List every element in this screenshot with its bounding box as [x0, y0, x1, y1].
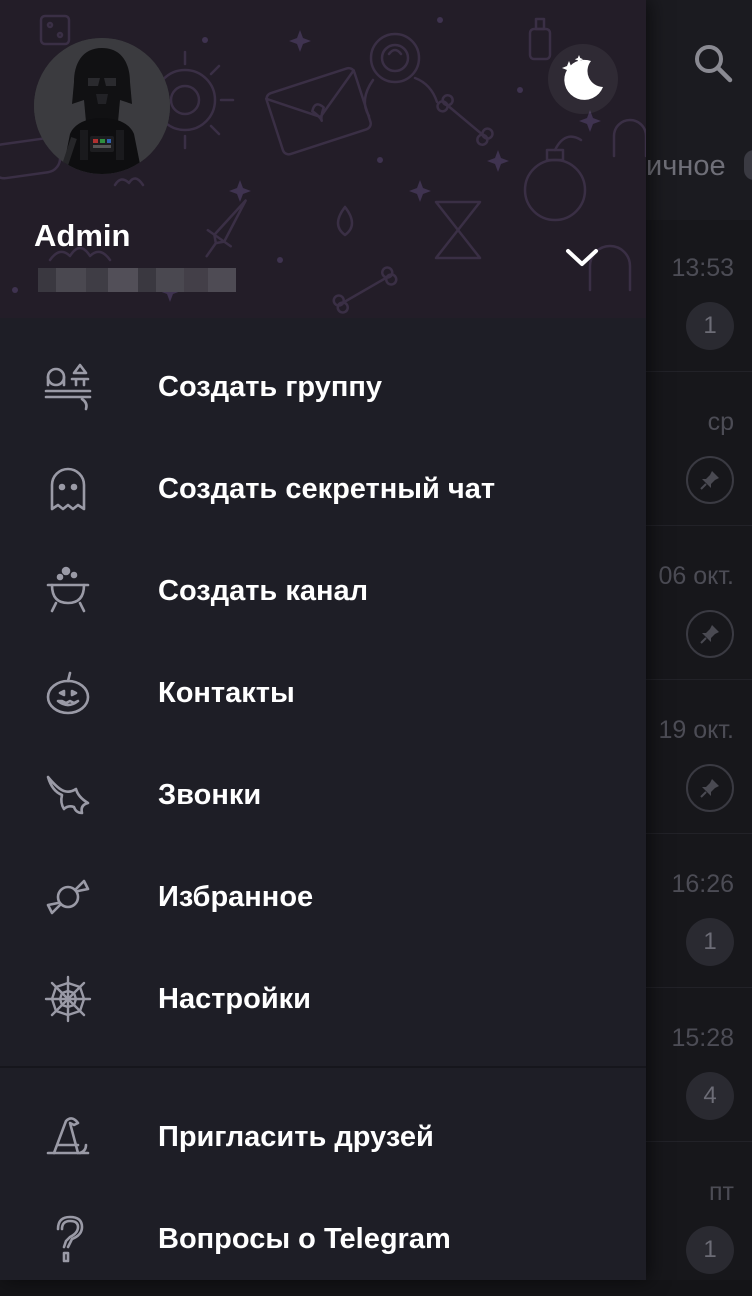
menu-item-invite-friends[interactable]: Пригласить друзей [0, 1086, 646, 1188]
menu-label: Пригласить друзей [158, 1120, 434, 1153]
menu-label: Избранное [158, 880, 314, 913]
menu-label: Контакты [158, 676, 295, 709]
pin-icon [686, 764, 734, 812]
chat-row[interactable]: пт 1 [646, 1142, 752, 1296]
folder-tab[interactable]: ичное [646, 150, 726, 183]
spiderweb-icon [38, 969, 98, 1029]
pin-icon [686, 456, 734, 504]
menu-item-new-channel[interactable]: Создать канал [0, 540, 646, 642]
witch-hat-icon [38, 1107, 98, 1167]
menu-item-telegram-faq[interactable]: Вопросы о Telegram [0, 1188, 646, 1290]
chat-time: 19 окт. [658, 716, 734, 744]
menu-label: Настройки [158, 982, 312, 1015]
bat-icon [38, 765, 98, 825]
menu-item-new-group[interactable]: Создать группу [0, 336, 646, 438]
chat-row[interactable]: 06 окт. [646, 526, 752, 680]
menu-item-contacts[interactable]: Контакты [0, 642, 646, 744]
avatar[interactable] [34, 38, 170, 174]
chat-time: 13:53 [671, 254, 734, 282]
chat-time: ср [707, 408, 734, 436]
unread-badge: 4 [686, 1072, 734, 1120]
menu-item-secret-chat[interactable]: Создать секретный чат [0, 438, 646, 540]
menu-item-saved-messages[interactable]: Избранное [0, 846, 646, 948]
unread-badge: 1 [686, 918, 734, 966]
menu-item-settings[interactable]: Настройки [0, 948, 646, 1050]
drawer-header: Admin [0, 0, 646, 318]
chat-time: 15:28 [671, 1024, 734, 1052]
ghost-icon [38, 459, 98, 519]
folder-tab-counter [744, 150, 752, 180]
chevron-down-icon [566, 249, 598, 266]
night-mode-toggle[interactable] [548, 44, 618, 114]
chat-row[interactable]: 19 окт. [646, 680, 752, 834]
pumpkin-icon [38, 663, 98, 723]
chat-time: 06 окт. [658, 562, 734, 590]
pin-icon [686, 610, 734, 658]
menu-item-calls[interactable]: Звонки [0, 744, 646, 846]
chat-row[interactable]: 13:53 1 [646, 218, 752, 372]
group-ghosts-icon [38, 357, 98, 417]
cauldron-icon [38, 561, 98, 621]
user-phone-redacted [38, 268, 236, 292]
menu-label: Создать канал [158, 574, 369, 607]
drawer-menu: Создать группу Создать секретный чат Соз… [0, 318, 646, 1050]
unread-badge: 1 [686, 302, 734, 350]
menu-label: Вопросы о Telegram [158, 1222, 451, 1255]
chat-row[interactable]: ср [646, 372, 752, 526]
moon-icon [562, 55, 603, 100]
question-icon [38, 1209, 98, 1269]
search-icon[interactable] [690, 40, 736, 86]
menu-label: Создать секретный чат [158, 472, 496, 505]
drawer-menu-secondary: Пригласить друзей Вопросы о Telegram [0, 1086, 646, 1290]
menu-divider [0, 1066, 646, 1068]
candy-icon [38, 867, 98, 927]
menu-label: Звонки [158, 778, 262, 811]
user-name: Admin [34, 218, 131, 253]
chat-row[interactable]: 16:26 1 [646, 834, 752, 988]
menu-label: Создать группу [158, 370, 383, 403]
accounts-expand-button[interactable] [556, 234, 608, 282]
chat-row[interactable]: 15:28 4 [646, 988, 752, 1142]
chat-time: пт [709, 1178, 734, 1206]
chat-time: 16:26 [671, 870, 734, 898]
navigation-drawer: Admin Создать группу Создать секретный ч… [0, 0, 646, 1280]
unread-badge: 1 [686, 1226, 734, 1274]
